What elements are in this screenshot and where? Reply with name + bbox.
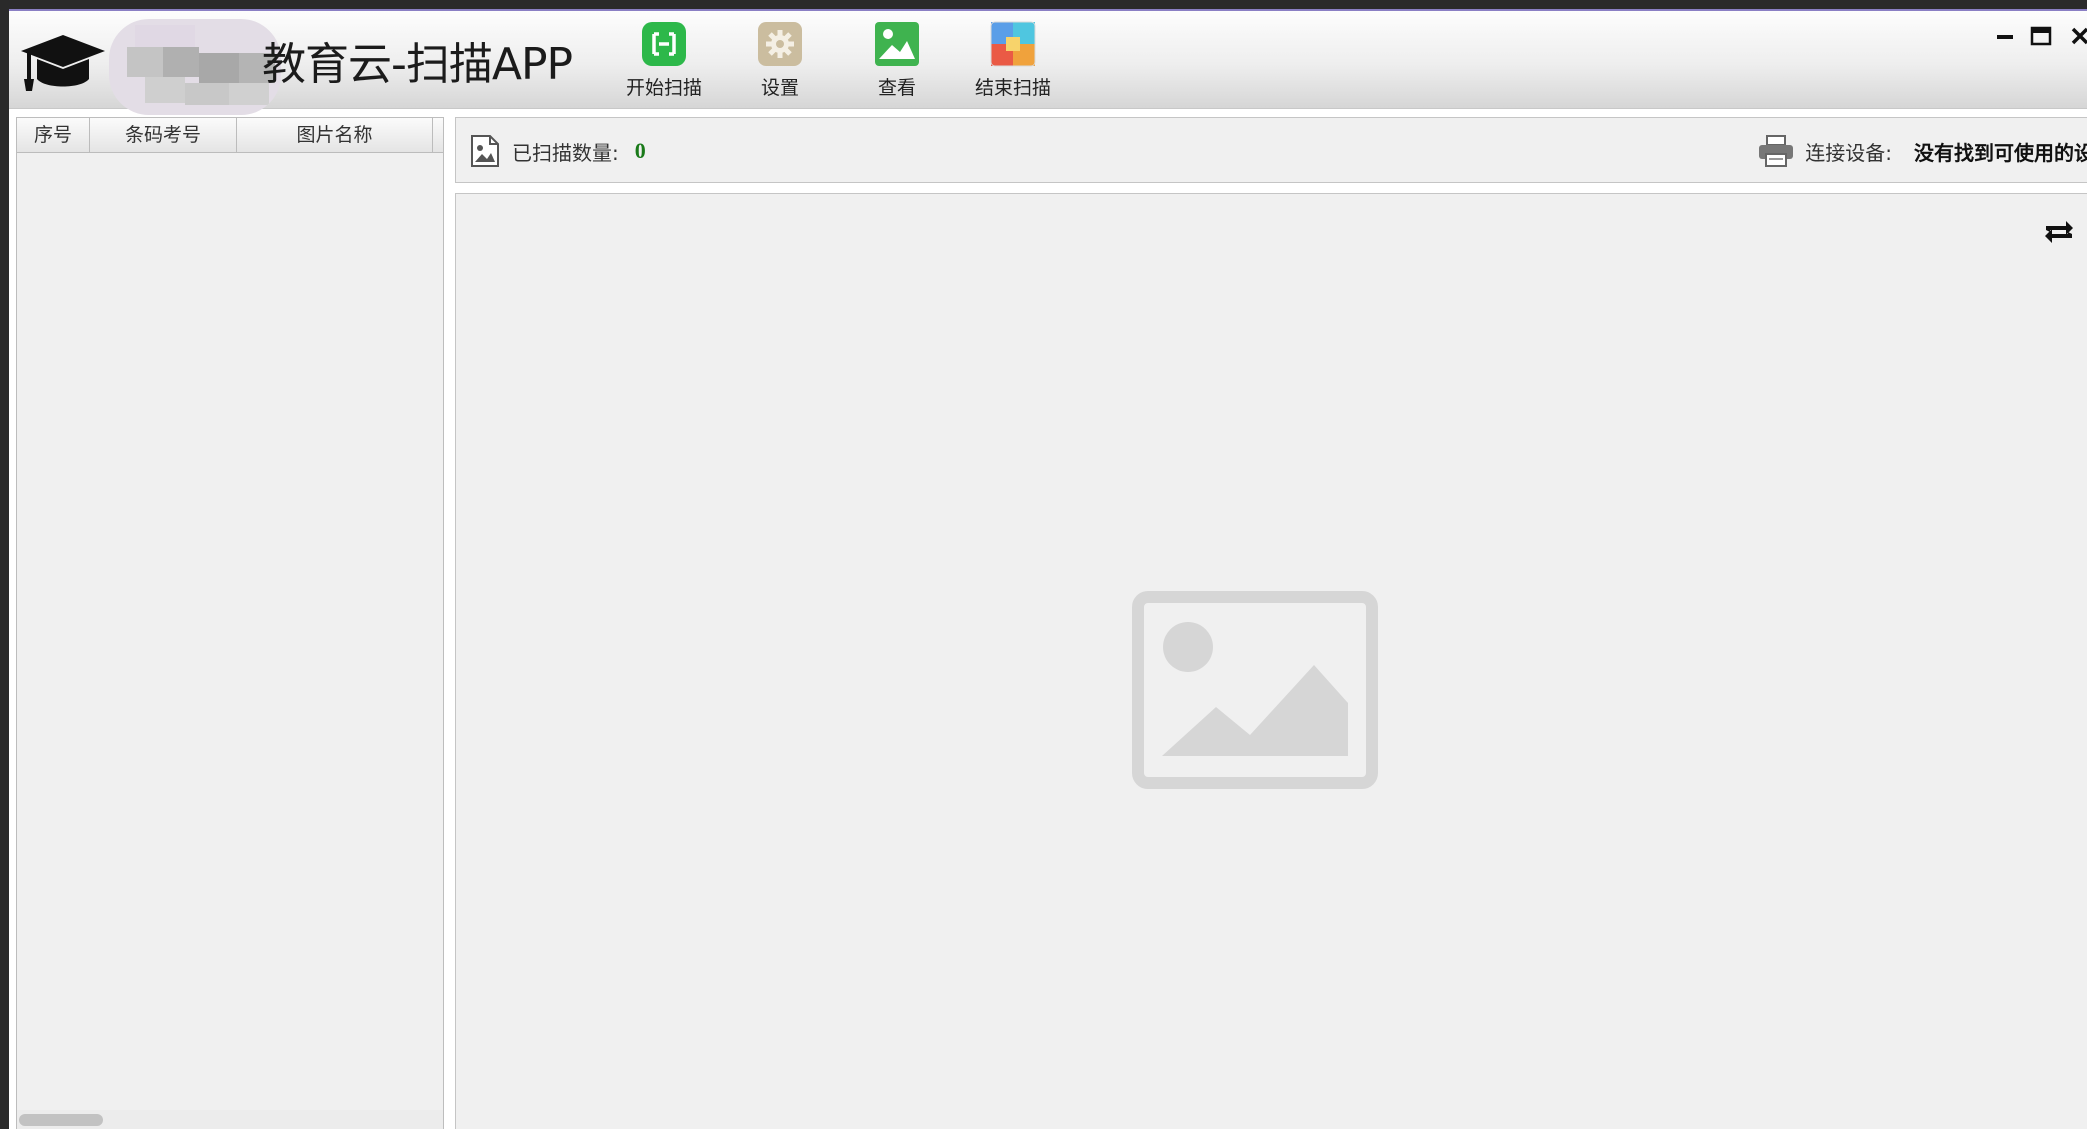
image-placeholder-icon	[1132, 591, 1378, 789]
end-scan-button[interactable]: 结束扫描	[958, 21, 1068, 103]
settings-button[interactable]: 设置	[725, 21, 835, 103]
settings-label: 设置	[760, 77, 799, 99]
horizontal-scrollbar[interactable]	[17, 1110, 443, 1129]
app-window: 教育云-扫描APP 开始扫描 设置 查看 结束扫描 序号 条码考号 图片名称 已…	[9, 9, 2087, 1129]
scan-count-label: 已扫描数量:	[512, 140, 619, 165]
scan-icon	[642, 22, 686, 66]
end-scan-label: 结束扫描	[974, 77, 1051, 99]
stop-scan-icon	[990, 21, 1036, 67]
header-bar: 教育云-扫描APP 开始扫描 设置 查看 结束扫描	[9, 11, 2087, 115]
scrollbar-thumb[interactable]	[19, 1114, 103, 1126]
blurred-logo	[109, 19, 281, 115]
device-status: 没有找到可使用的设备	[1914, 140, 2087, 165]
printer-icon	[1759, 135, 1794, 167]
scanned-file-list[interactable]: 序号 条码考号 图片名称	[16, 117, 444, 1129]
close-icon[interactable]	[2067, 23, 2087, 49]
scanned-image-icon	[471, 135, 499, 167]
column-header-barcode[interactable]: 条码考号	[90, 118, 237, 152]
scan-count-value: 0	[634, 138, 646, 163]
scan-count: 已扫描数量: 0	[470, 134, 646, 168]
device-info: 连接设备: 没有找到可使用的设备	[1757, 134, 2087, 168]
minimize-icon[interactable]	[1991, 23, 2019, 49]
image-view-icon	[875, 22, 919, 66]
column-header-image-name[interactable]: 图片名称	[237, 118, 433, 152]
file-list-header: 序号 条码考号 图片名称	[17, 118, 443, 153]
view-button[interactable]: 查看	[842, 21, 952, 103]
column-header-index[interactable]: 序号	[17, 118, 90, 152]
start-scan-button[interactable]: 开始扫描	[609, 21, 719, 103]
device-label: 连接设备:	[1805, 140, 1892, 165]
app-title: 教育云-扫描APP	[262, 39, 573, 90]
maximize-icon[interactable]	[2027, 23, 2055, 49]
rotate-icon[interactable]	[2042, 218, 2076, 246]
status-bar: 已扫描数量: 0 连接设备: 没有找到可使用的设备	[455, 117, 2087, 183]
view-label: 查看	[877, 77, 916, 99]
graduation-cap-icon	[21, 35, 105, 91]
gear-icon	[758, 22, 802, 66]
start-scan-label: 开始扫描	[625, 77, 702, 99]
image-preview-area	[455, 193, 2087, 1129]
